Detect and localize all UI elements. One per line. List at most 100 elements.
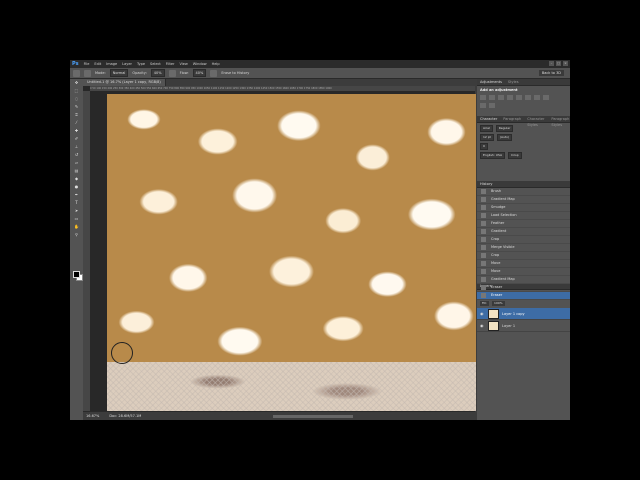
visibility-eye-icon[interactable]: ◉: [480, 311, 485, 316]
hand-tool-icon[interactable]: ✋: [74, 224, 80, 230]
tab-history[interactable]: History: [480, 181, 492, 187]
eyedropper-tool-icon[interactable]: ⁄: [74, 120, 80, 126]
history-state[interactable]: Feather: [477, 220, 570, 228]
horizontal-ruler[interactable]: 0 50 100 150 200 250 300 350 400 450 500…: [90, 86, 475, 91]
hue-saturation-icon[interactable]: [525, 95, 531, 100]
brightness-icon[interactable]: [480, 95, 486, 100]
pen-tool-icon[interactable]: ✒: [74, 192, 80, 198]
healing-tool-icon[interactable]: ✚: [74, 128, 80, 134]
font-style-select[interactable]: Regular: [495, 125, 514, 132]
flow-label: Flow:: [179, 71, 189, 75]
eraser-tool-icon[interactable]: ▱: [74, 160, 80, 166]
history-state[interactable]: Crop: [477, 252, 570, 260]
foreground-color-swatch[interactable]: [73, 271, 80, 278]
layer-name: Layer 1 copy: [502, 311, 525, 316]
history-state[interactable]: Gradient Map: [477, 196, 570, 204]
menu-type[interactable]: Type: [137, 62, 145, 66]
tab-paragraph-styles[interactable]: Paragraph Styles: [551, 116, 570, 127]
crop-tool-icon[interactable]: ⌗: [74, 112, 80, 118]
black-white-icon[interactable]: [543, 95, 549, 100]
maximize-icon[interactable]: □: [556, 61, 561, 66]
history-state-icon: [481, 237, 486, 242]
type-tool-icon[interactable]: T: [74, 200, 80, 206]
zoom-level[interactable]: 16.67%: [86, 414, 99, 418]
marquee-tool-icon[interactable]: ⬚: [74, 88, 80, 94]
shape-tool-icon[interactable]: ▭: [74, 216, 80, 222]
flow-field[interactable]: 40%: [192, 69, 207, 77]
language-select[interactable]: English: USA: [480, 152, 506, 159]
history-state[interactable]: Load Selection: [477, 212, 570, 220]
lasso-tool-icon[interactable]: ◌: [74, 96, 80, 102]
pressure-opacity-icon[interactable]: [168, 69, 176, 77]
erase-history-checkbox[interactable]: Erase to History: [221, 71, 249, 75]
mode-select[interactable]: Normal: [109, 69, 129, 77]
history-state-current[interactable]: Eraser: [477, 292, 570, 300]
history-state[interactable]: Move: [477, 260, 570, 268]
gradient-tool-icon[interactable]: ▤: [74, 168, 80, 174]
tab-character[interactable]: Character: [480, 116, 497, 122]
vertical-ruler[interactable]: [83, 91, 90, 411]
history-state[interactable]: Gradient Map: [477, 276, 570, 284]
layer-fill-field[interactable]: 100%: [492, 301, 505, 306]
levels-icon[interactable]: [489, 95, 495, 100]
history-state[interactable]: Move: [477, 268, 570, 276]
blur-tool-icon[interactable]: ◆: [74, 176, 80, 182]
history-brush-tool-icon[interactable]: ↺: [74, 152, 80, 158]
menu-image[interactable]: Image: [106, 62, 117, 66]
adjustments-title: Add an adjustment: [480, 88, 518, 92]
quick-select-tool-icon[interactable]: ✎: [74, 104, 80, 110]
adjustment-icons: [480, 95, 550, 108]
menu-file[interactable]: File: [84, 62, 90, 66]
dodge-tool-icon[interactable]: ●: [74, 184, 80, 190]
tab-adjustments[interactable]: Adjustments: [480, 79, 502, 85]
clone-stamp-tool-icon[interactable]: ⊥: [74, 144, 80, 150]
photo-filter-icon[interactable]: [480, 103, 486, 108]
history-state[interactable]: Crop: [477, 236, 570, 244]
visibility-eye-icon[interactable]: ◉: [480, 323, 485, 328]
workspace-switcher[interactable]: Back to 3D: [538, 70, 564, 76]
curves-icon[interactable]: [498, 95, 504, 100]
horizontal-scrollbar[interactable]: [273, 415, 353, 418]
opacity-field[interactable]: 40%: [150, 69, 165, 77]
history-state[interactable]: Smudge: [477, 204, 570, 212]
brush-tool-icon[interactable]: ✐: [74, 136, 80, 142]
tab-character-styles[interactable]: Character Styles: [527, 116, 545, 127]
zoom-tool-icon[interactable]: ⚲: [74, 232, 80, 238]
history-state[interactable]: Merge Visible: [477, 244, 570, 252]
menu-layer[interactable]: Layer: [122, 62, 132, 66]
document-tab[interactable]: Untitled-1 @ 16.7% (Layer 1 copy, RGB/8): [83, 79, 166, 86]
close-icon[interactable]: ×: [563, 61, 568, 66]
history-state[interactable]: Gradient: [477, 228, 570, 236]
menu-help[interactable]: Help: [212, 62, 220, 66]
menu-view[interactable]: View: [179, 62, 187, 66]
font-size-field[interactable]: 12 pt: [480, 134, 494, 141]
exposure-icon[interactable]: [507, 95, 513, 100]
move-tool-icon[interactable]: ✥: [74, 80, 80, 86]
brush-preset-icon[interactable]: [84, 69, 91, 77]
color-balance-icon[interactable]: [534, 95, 540, 100]
menu-window[interactable]: Window: [193, 62, 207, 66]
layer-row-layer-1-copy[interactable]: ◉ Layer 1 copy: [477, 308, 570, 320]
menu-select[interactable]: Select: [150, 62, 161, 66]
tab-styles[interactable]: Styles: [508, 79, 519, 85]
eraser-tool-icon[interactable]: [73, 69, 80, 77]
layer-row-layer-1[interactable]: ◉ Layer 1: [477, 320, 570, 332]
font-family-select[interactable]: Arial: [480, 125, 493, 132]
document-size: Doc: 28.6M/57.1M: [109, 414, 142, 418]
vibrance-icon[interactable]: [516, 95, 522, 100]
leading-field[interactable]: (Auto): [496, 134, 513, 141]
minimize-icon[interactable]: –: [549, 61, 554, 66]
tracking-field[interactable]: 0: [480, 143, 488, 150]
history-state-label: Smudge: [491, 205, 506, 209]
airbrush-icon[interactable]: [210, 69, 218, 77]
history-state[interactable]: Brush: [477, 188, 570, 196]
path-select-tool-icon[interactable]: ➤: [74, 208, 80, 214]
history-state[interactable]: Eraser: [477, 284, 570, 292]
tab-paragraph[interactable]: Paragraph: [503, 116, 521, 122]
menu-edit[interactable]: Edit: [94, 62, 101, 66]
antialias-select[interactable]: Crisp: [508, 152, 522, 159]
history-state-label: Move: [491, 269, 501, 273]
marble-texture-canvas[interactable]: [107, 94, 476, 411]
channel-mixer-icon[interactable]: [489, 103, 495, 108]
menu-filter[interactable]: Filter: [166, 62, 175, 66]
